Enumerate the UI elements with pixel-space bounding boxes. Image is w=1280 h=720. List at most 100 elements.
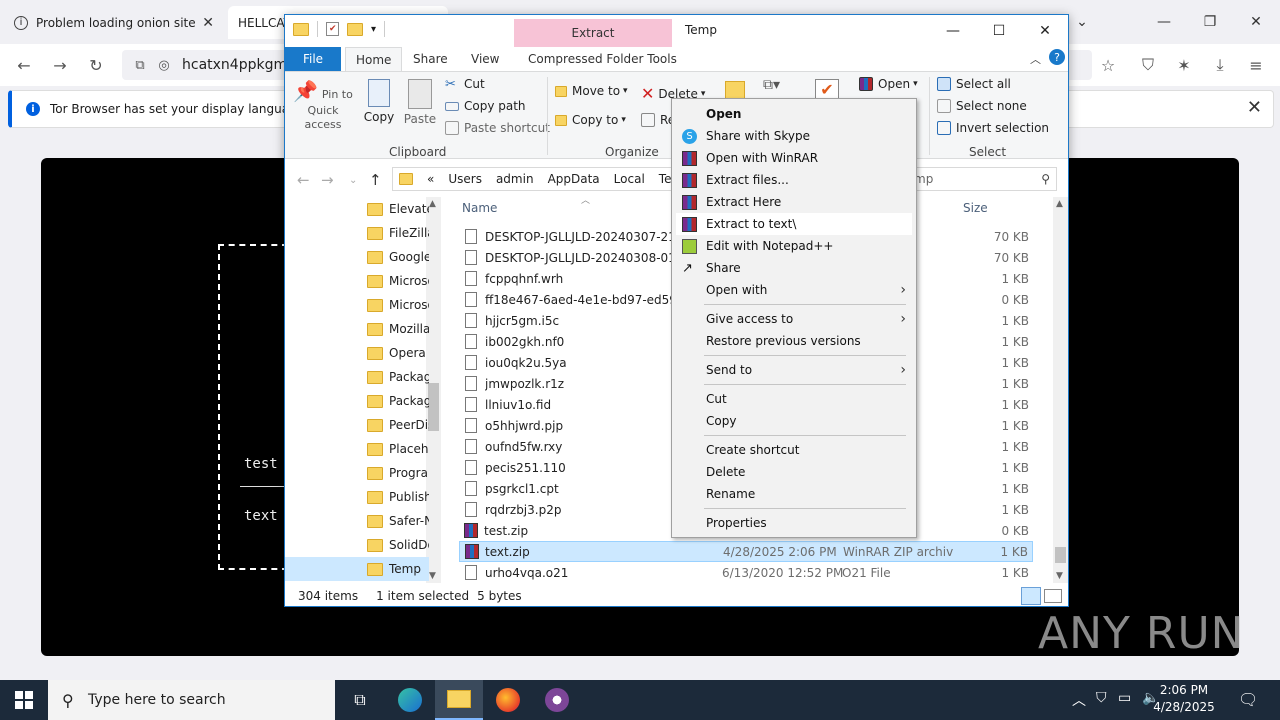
nav-item[interactable]: Elevate (285, 197, 429, 221)
cut-button[interactable]: ✂ Cut (445, 77, 485, 92)
recent-locations-icon[interactable]: ⌄ (349, 175, 357, 186)
copy-button[interactable]: Copy (361, 79, 397, 124)
nav-item[interactable]: Google (285, 245, 429, 269)
menu-icon[interactable]: ≡ (1244, 53, 1268, 77)
nav-item[interactable]: Safer-N (285, 509, 429, 533)
tab-compressed-folder-tools[interactable]: Compressed Folder Tools (518, 47, 687, 71)
close-icon[interactable]: ✕ (1022, 17, 1068, 45)
file-explorer-icon[interactable] (435, 680, 483, 720)
customize-qat-icon[interactable]: ▾ (371, 24, 376, 35)
tray-overflow-icon[interactable]: ︿ (1072, 690, 1086, 710)
menu-item-give-access[interactable]: Give access to › (676, 308, 912, 330)
file-row[interactable]: text.zip 4/28/2025 2:06 PM WinRAR ZIP arch… (459, 541, 1033, 562)
tab-share[interactable]: Share (403, 47, 458, 71)
menu-item-open-with[interactable]: Open with › (676, 279, 912, 301)
paste-button[interactable]: Paste (403, 79, 437, 126)
onion-icon[interactable]: ◎ (152, 53, 176, 77)
menu-item-extract-to[interactable]: Extract to text\ (676, 213, 912, 235)
scroll-up-icon[interactable]: ▲ (429, 199, 436, 209)
column-header-name[interactable]: Name (462, 201, 497, 215)
menu-item-open-winrar[interactable]: Open with WinRAR (676, 147, 912, 169)
breadcrumb-appdata[interactable]: AppData (548, 172, 600, 186)
move-to-button[interactable]: Move to ▾ (555, 84, 628, 98)
menu-item-delete[interactable]: Delete (676, 461, 912, 483)
nav-item[interactable]: Microso (285, 293, 429, 317)
menu-item-send-to[interactable]: Send to › (676, 359, 912, 381)
tab-home[interactable]: Home (345, 47, 403, 71)
nav-item[interactable]: Packag (285, 389, 429, 413)
firefox-icon[interactable] (484, 680, 532, 720)
forward-icon[interactable]: → (321, 171, 334, 189)
open-button[interactable]: Open ▾ (859, 77, 918, 91)
paste-shortcut-button[interactable]: Paste shortcut (445, 121, 550, 135)
menu-item-share[interactable]: ↗ Share (676, 257, 912, 279)
tab-problem-loading[interactable]: i Problem loading onion site ✕ (4, 6, 224, 39)
close-icon[interactable]: ✕ (202, 15, 214, 31)
nav-item[interactable]: Opera (285, 341, 429, 365)
breadcrumb-admin[interactable]: admin (496, 172, 534, 186)
tab-file[interactable]: File (285, 47, 341, 71)
maximize-icon[interactable]: ☐ (976, 17, 1022, 45)
menu-item-notepadpp[interactable]: Edit with Notepad++ (676, 235, 912, 257)
nav-item[interactable]: Progran (285, 461, 429, 485)
new-folder-icon[interactable] (347, 22, 363, 36)
up-icon[interactable]: ↑ (369, 171, 382, 189)
menu-item-properties[interactable]: Properties (676, 512, 912, 534)
nav-item[interactable]: Mozilla (285, 317, 429, 341)
file-scrollbar[interactable]: ▲ ▼ (1053, 197, 1068, 583)
menu-item-copy[interactable]: Copy (676, 410, 912, 432)
network-icon[interactable]: ▭ (1118, 690, 1131, 706)
taskbar-search[interactable]: ⚲ Type here to search (48, 680, 335, 720)
collapse-ribbon-icon[interactable]: ︿ (1030, 51, 1041, 67)
notifications-icon[interactable]: 🗨 (1238, 690, 1258, 709)
close-window-icon[interactable]: ✕ (1236, 8, 1276, 36)
security-icon[interactable]: ⛉ (1096, 690, 1107, 706)
pin-quick-access-button[interactable]: 📌 Pin to Quick access (291, 79, 355, 131)
menu-item-rename[interactable]: Rename (676, 483, 912, 505)
file-row[interactable]: urho4vqa.o21 6/13/2020 12:52 PM O21 File 1 … (459, 562, 1033, 583)
column-header-size[interactable]: Size (963, 201, 988, 215)
details-view-icon[interactable] (1021, 587, 1041, 605)
nav-item[interactable]: Placeho (285, 437, 429, 461)
new-item-icon[interactable]: ⧉▾ (763, 77, 780, 93)
menu-item-restore-versions[interactable]: Restore previous versions (676, 330, 912, 352)
menu-item-extract-files[interactable]: Extract files... (676, 169, 912, 191)
breadcrumb-local[interactable]: Local (614, 172, 645, 186)
forward-icon[interactable]: → (48, 53, 72, 77)
scroll-down-icon[interactable]: ▼ (429, 571, 436, 581)
back-icon[interactable]: ← (297, 171, 310, 189)
scroll-down-icon[interactable]: ▼ (1056, 571, 1063, 581)
start-button[interactable] (0, 680, 48, 720)
menu-item-open[interactable]: Open (676, 103, 912, 125)
restore-icon[interactable]: ❐ (1190, 8, 1230, 36)
nav-item[interactable]: FileZilla (285, 221, 429, 245)
nav-item[interactable]: PeerDis (285, 413, 429, 437)
copy-path-button[interactable]: Copy path (445, 99, 526, 113)
menu-item-share-skype[interactable]: S Share with Skype (676, 125, 912, 147)
minimize-icon[interactable]: — (930, 17, 976, 45)
nav-item[interactable]: SolidDo (285, 533, 429, 557)
menu-item-cut[interactable]: Cut (676, 388, 912, 410)
tor-browser-icon[interactable] (533, 680, 581, 720)
copy-to-button[interactable]: Copy to ▾ (555, 113, 626, 127)
select-none-button[interactable]: Select none (937, 99, 1027, 113)
scroll-up-icon[interactable]: ▲ (1056, 199, 1063, 209)
properties-icon[interactable]: ✔ (326, 22, 339, 36)
back-icon[interactable]: ← (12, 53, 36, 77)
task-view-icon[interactable]: ⧉ (336, 680, 384, 720)
download-icon[interactable]: ⤓ (1208, 53, 1232, 77)
reload-icon[interactable]: ↻ (84, 53, 108, 77)
help-icon[interactable]: ? (1049, 49, 1065, 65)
edge-icon[interactable] (386, 680, 434, 720)
breadcrumb-overflow[interactable]: « (427, 172, 434, 186)
search-input[interactable]: mp ⚲ (907, 167, 1057, 191)
tor-settings-icon[interactable]: ✶ (1172, 53, 1196, 77)
system-clock[interactable]: 2:06 PM 4/28/2025 (1136, 682, 1232, 716)
minimize-icon[interactable]: — (1144, 8, 1184, 36)
scroll-thumb[interactable] (428, 383, 439, 431)
nav-item[interactable]: Temp (285, 557, 429, 581)
nav-item[interactable]: Publish (285, 485, 429, 509)
nav-item[interactable]: Microso (285, 269, 429, 293)
scroll-thumb[interactable] (1055, 547, 1066, 563)
tor-circuit-icon[interactable]: ⧉ (128, 53, 152, 77)
